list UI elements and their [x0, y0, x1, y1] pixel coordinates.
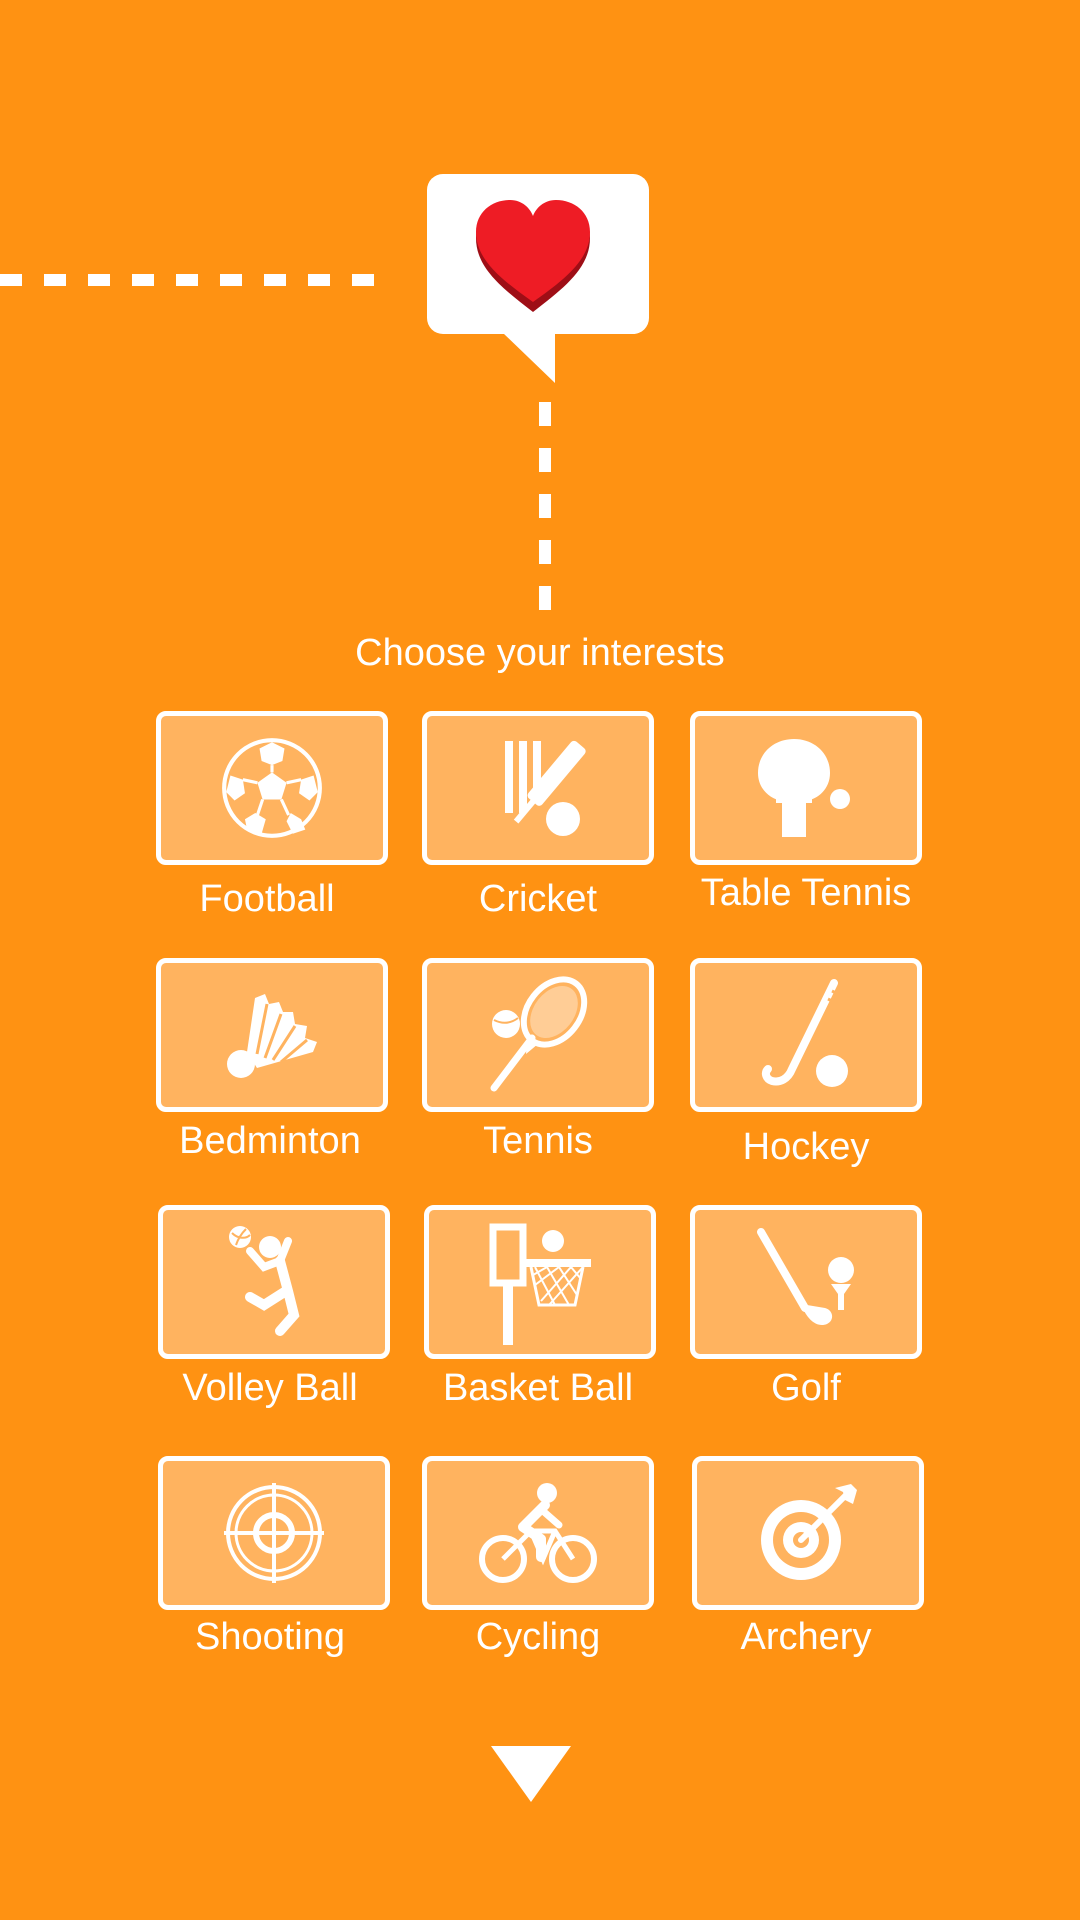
cyclist-icon	[479, 1483, 597, 1583]
interest-label-golf: Golf	[771, 1367, 841, 1409]
interest-label-tennis: Tennis	[483, 1120, 593, 1162]
speech-bubble-tail	[503, 333, 555, 383]
football-icon	[222, 738, 322, 838]
golf-club-icon	[757, 1228, 854, 1326]
interest-label-table-tennis: Table Tennis	[700, 872, 912, 914]
interest-tile-volleyball[interactable]	[158, 1205, 390, 1359]
volleyball-player-icon	[229, 1226, 300, 1336]
interest-label-shooting: Shooting	[194, 1616, 345, 1658]
interest-tile-tennis[interactable]	[422, 958, 654, 1112]
interest-tile-golf[interactable]	[690, 1205, 922, 1359]
interest-tile-table-tennis[interactable]	[690, 711, 922, 865]
basketball-hoop-icon	[489, 1223, 591, 1345]
heart-icon	[476, 200, 590, 312]
down-arrow-icon[interactable]	[491, 1746, 571, 1802]
interest-label-cycling: Cycling	[475, 1616, 601, 1658]
archery-target-icon	[761, 1484, 857, 1580]
interest-label-volleyball: Volley Ball	[182, 1367, 358, 1409]
interest-label-archery: Archery	[740, 1616, 872, 1658]
interest-tile-football[interactable]	[156, 711, 388, 865]
interest-tile-hockey[interactable]	[690, 958, 922, 1112]
interest-tile-badminton[interactable]	[156, 958, 388, 1112]
shuttlecock-icon	[227, 994, 317, 1078]
page-title: Choose your interests	[355, 632, 725, 674]
dashed-connector-vertical	[539, 402, 551, 610]
interest-tile-cricket[interactable]	[422, 711, 654, 865]
hockey-stick-icon	[761, 979, 848, 1087]
tennis-racket-icon	[490, 976, 588, 1092]
interest-tile-archery[interactable]	[692, 1456, 924, 1610]
dashed-connector-horizontal	[0, 274, 392, 286]
interest-label-cricket: Cricket	[478, 878, 598, 920]
interest-label-football: Football	[199, 878, 335, 920]
interest-tile-basketball[interactable]	[424, 1205, 656, 1359]
crosshair-icon	[224, 1483, 324, 1583]
cricket-icon	[505, 740, 586, 836]
interest-tile-cycling[interactable]	[422, 1456, 654, 1610]
interest-label-badminton: Bedminton	[179, 1120, 361, 1162]
table-tennis-icon	[758, 739, 850, 837]
interest-tile-shooting[interactable]	[158, 1456, 390, 1610]
interest-label-basketball: Basket Ball	[442, 1367, 634, 1409]
interest-label-hockey: Hockey	[742, 1126, 870, 1168]
